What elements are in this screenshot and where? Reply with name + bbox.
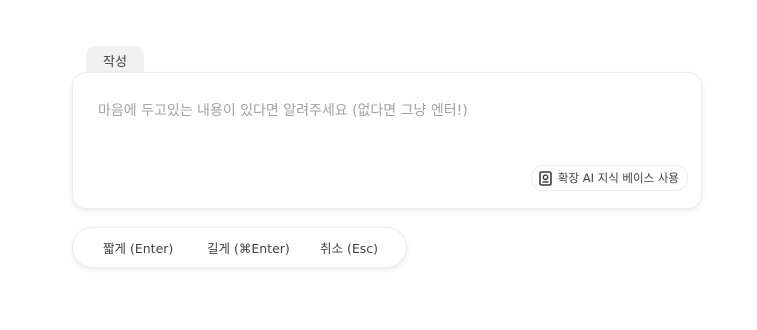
- cancel-button[interactable]: 취소 (Esc): [320, 228, 378, 267]
- tab-compose-label: 작성: [103, 54, 127, 70]
- long-answer-button[interactable]: 길게 (⌘Enter): [207, 228, 290, 267]
- compose-panel: 작성 마음에 두고있는 내용이 있다면 알려주세요 (없다면 그냥 엔터!) 확…: [0, 0, 757, 330]
- composer-input-placeholder[interactable]: 마음에 두고있는 내용이 있다면 알려주세요 (없다면 그냥 엔터!): [98, 100, 468, 120]
- knowledge-base-toggle-label: 확장 AI 지식 베이스 사용: [557, 171, 679, 185]
- short-answer-button[interactable]: 짧게 (Enter): [103, 228, 173, 267]
- action-bar: 짧게 (Enter) 길게 (⌘Enter) 취소 (Esc): [72, 227, 407, 268]
- tab-compose[interactable]: 작성: [86, 46, 144, 74]
- composer-box[interactable]: 마음에 두고있는 내용이 있다면 알려주세요 (없다면 그냥 엔터!) 확장 A…: [72, 72, 702, 209]
- knowledge-base-toggle[interactable]: 확장 AI 지식 베이스 사용: [530, 165, 688, 191]
- book-icon: [539, 170, 552, 186]
